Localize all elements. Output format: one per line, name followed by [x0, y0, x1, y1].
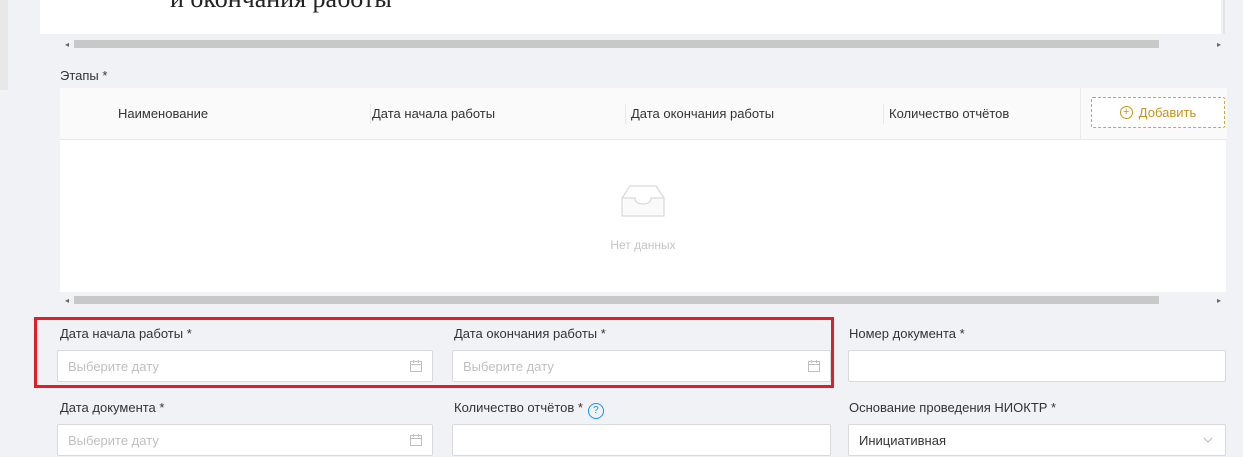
basis-label: Основание проведения НИОКТР * — [849, 400, 1057, 415]
scroll-left-icon[interactable]: ◂ — [60, 37, 74, 51]
doc-date-placeholder: Выберите дату — [68, 432, 159, 448]
doc-number-input[interactable] — [848, 350, 1226, 382]
doc-number-label: Номер документа * — [849, 326, 965, 341]
column-header-name: Наименование — [118, 106, 209, 121]
scrollbar-thumb[interactable] — [74, 296, 1159, 304]
add-stage-label: Добавить — [1138, 105, 1197, 120]
empty-box-icon — [621, 185, 665, 217]
highlight-frame — [34, 317, 834, 388]
reports-count-label: Количество отчётов *? — [454, 400, 604, 419]
basis-select[interactable]: Инициативная — [848, 424, 1226, 456]
column-header-start-date: Дата начала работы — [372, 106, 496, 121]
reports-count-input[interactable] — [452, 424, 831, 456]
top-cut-text: и окончания работы — [170, 0, 392, 14]
basis-selected-value: Инициативная — [859, 432, 947, 448]
stages-table: Наименование Дата начала работы Дата око… — [60, 88, 1227, 292]
doc-date-picker[interactable]: Выберите дату — [57, 424, 433, 456]
left-edge-stub — [0, 0, 8, 90]
horizontal-scrollbar-bottom[interactable]: ◂ ▸ — [60, 293, 1226, 307]
calendar-icon — [410, 434, 422, 446]
horizontal-scrollbar-top[interactable]: ◂ ▸ — [60, 37, 1226, 51]
add-column-cell: + Добавить — [1080, 88, 1227, 139]
scroll-right-icon[interactable]: ▸ — [1212, 293, 1226, 307]
top-panel: и окончания работы — [40, 0, 1221, 34]
scroll-left-icon[interactable]: ◂ — [60, 293, 74, 307]
add-stage-button[interactable]: + Добавить — [1091, 97, 1225, 128]
column-divider — [625, 104, 626, 124]
scrollbar-thumb[interactable] — [74, 40, 1159, 48]
column-divider — [370, 104, 371, 124]
empty-text: Нет данных — [610, 238, 676, 252]
chevron-down-icon — [1203, 437, 1213, 443]
stages-label: Этапы * — [60, 68, 108, 83]
column-header-end-date: Дата окончания работы — [631, 106, 775, 121]
doc-date-label: Дата документа * — [60, 400, 165, 415]
panel-edge — [1223, 0, 1225, 34]
reports-count-label-text: Количество отчётов * — [454, 400, 583, 415]
column-divider — [883, 104, 884, 124]
plus-circle-icon: + — [1119, 106, 1133, 119]
table-header: Наименование Дата начала работы Дата око… — [60, 88, 1227, 140]
scroll-right-icon[interactable]: ▸ — [1212, 37, 1226, 51]
column-header-reports-count: Количество отчётов — [889, 106, 1010, 121]
question-circle-icon[interactable]: ? — [587, 403, 604, 419]
